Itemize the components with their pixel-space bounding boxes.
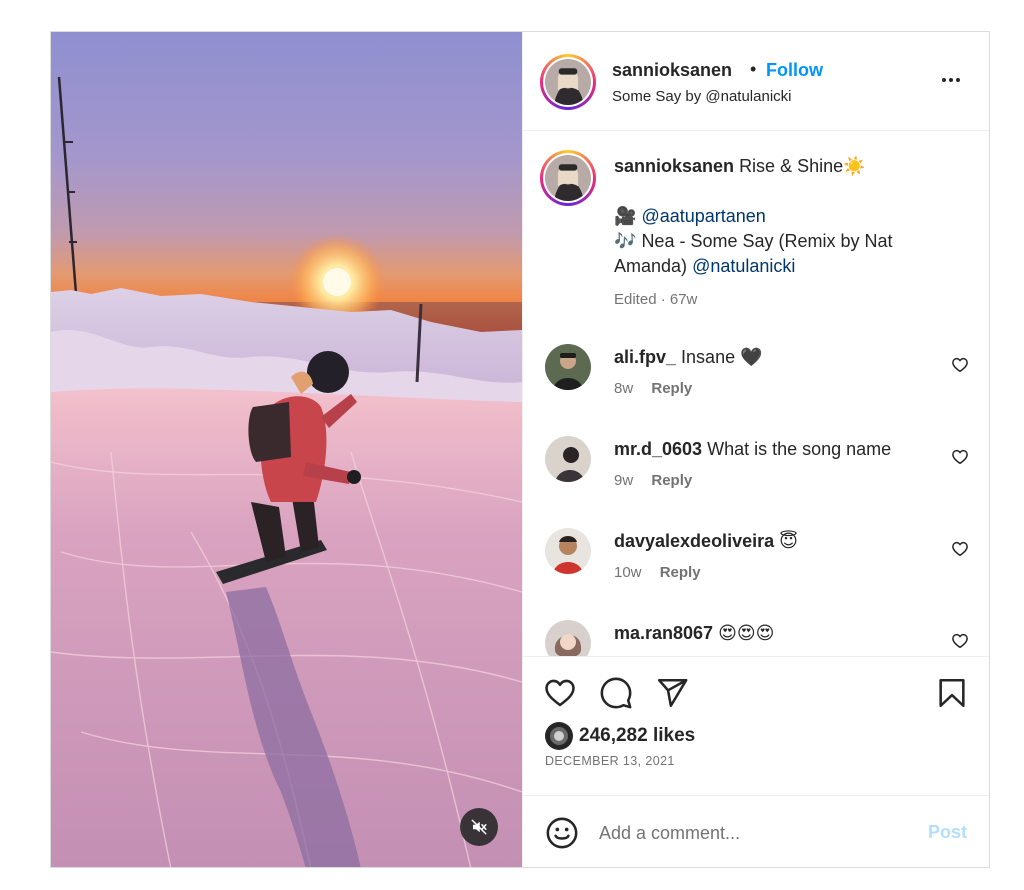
commenter-avatar[interactable] [545, 528, 591, 574]
comment-item: ali.fpv_ Insane 🖤 8w Reply [523, 344, 989, 424]
commenter-username[interactable]: davyalexdeoliveira [614, 531, 774, 551]
audio-subtitle[interactable]: Some Say by @natulanicki [612, 88, 791, 105]
mute-toggle-button[interactable] [460, 808, 498, 846]
bookmark-icon[interactable] [935, 676, 969, 710]
comment-heart-icon[interactable] [951, 540, 969, 558]
comment-age: 10w [614, 564, 642, 581]
snowboard-sunset-video-frame [51, 32, 522, 867]
comment-heart-icon[interactable] [951, 632, 969, 650]
comment-age: 8w [614, 380, 634, 397]
separator-dot: • [750, 59, 757, 79]
post-video[interactable] [51, 32, 522, 867]
post-date: DECEMBER 13, 2021 [545, 754, 675, 768]
caption-edited-meta: Edited · 67w [614, 291, 698, 308]
likes-count[interactable]: 246,282 likes [579, 725, 695, 747]
muted-speaker-icon [471, 819, 487, 835]
sun-emoji: ☀️ [843, 156, 866, 176]
comments-list[interactable]: sannioksanen Rise & Shine☀️ 🎥 @aatuparta… [523, 132, 989, 656]
post-caption: sannioksanen Rise & Shine☀️ 🎥 @aatuparta… [614, 154, 934, 279]
more-options-icon[interactable] [939, 68, 963, 92]
comment-icon[interactable] [599, 676, 633, 710]
caption-author-avatar[interactable] [540, 150, 596, 206]
likes-summary[interactable]: 246,282 likes [545, 722, 695, 750]
comment-text: Insane 🖤 [681, 347, 763, 367]
caption-username[interactable]: sannioksanen [614, 156, 734, 176]
liker-avatar [545, 722, 573, 750]
comment-item: ma.ran8067 😍😍😍 [523, 620, 989, 656]
comment-text: What is the song name [707, 439, 892, 459]
reply-button[interactable]: Reply [660, 564, 701, 581]
comment-age: 9w [614, 472, 634, 489]
comment-item: mr.d_0603 What is the song name 9w Reply [523, 436, 989, 516]
emoji-icon[interactable] [545, 816, 579, 850]
comment-item: davyalexdeoliveira 😇 10w Reply [523, 528, 989, 608]
comment-heart-icon[interactable] [951, 356, 969, 374]
commenter-avatar[interactable] [545, 344, 591, 390]
follow-button[interactable]: Follow [766, 60, 823, 81]
post-actions-bar: 246,282 likes DECEMBER 13, 2021 [523, 656, 989, 796]
comment-composer: Post [523, 795, 989, 867]
author-avatar[interactable] [540, 54, 596, 110]
commenter-avatar[interactable] [545, 436, 591, 482]
music-emoji: 🎶 [614, 231, 637, 251]
comment-text: 😍😍😍 [718, 623, 775, 643]
commenter-username[interactable]: mr.d_0603 [614, 439, 702, 459]
post-header: sannioksanen • Follow Some Say by @natul… [523, 32, 989, 131]
camera-emoji: 🎥 [614, 206, 637, 226]
post-comment-button[interactable]: Post [928, 822, 967, 843]
reply-button[interactable]: Reply [651, 380, 692, 397]
commenter-username[interactable]: ali.fpv_ [614, 347, 676, 367]
comment-input[interactable] [599, 820, 899, 846]
caption-headline: Rise & Shine [739, 156, 844, 176]
heart-icon[interactable] [543, 676, 577, 710]
music-mention-link[interactable]: @natulanicki [692, 256, 795, 276]
commenter-avatar[interactable] [545, 620, 591, 656]
author-username[interactable]: sannioksanen [612, 60, 732, 81]
comment-heart-icon[interactable] [951, 448, 969, 466]
commenter-username[interactable]: ma.ran8067 [614, 623, 713, 643]
post-card: sannioksanen • Follow Some Say by @natul… [50, 31, 990, 868]
post-side-panel: sannioksanen • Follow Some Say by @natul… [522, 32, 989, 867]
reply-button[interactable]: Reply [651, 472, 692, 489]
send-icon[interactable] [655, 676, 689, 710]
comment-text: 😇 [779, 531, 798, 551]
camera-mention-link[interactable]: @aatupartanen [641, 206, 765, 226]
